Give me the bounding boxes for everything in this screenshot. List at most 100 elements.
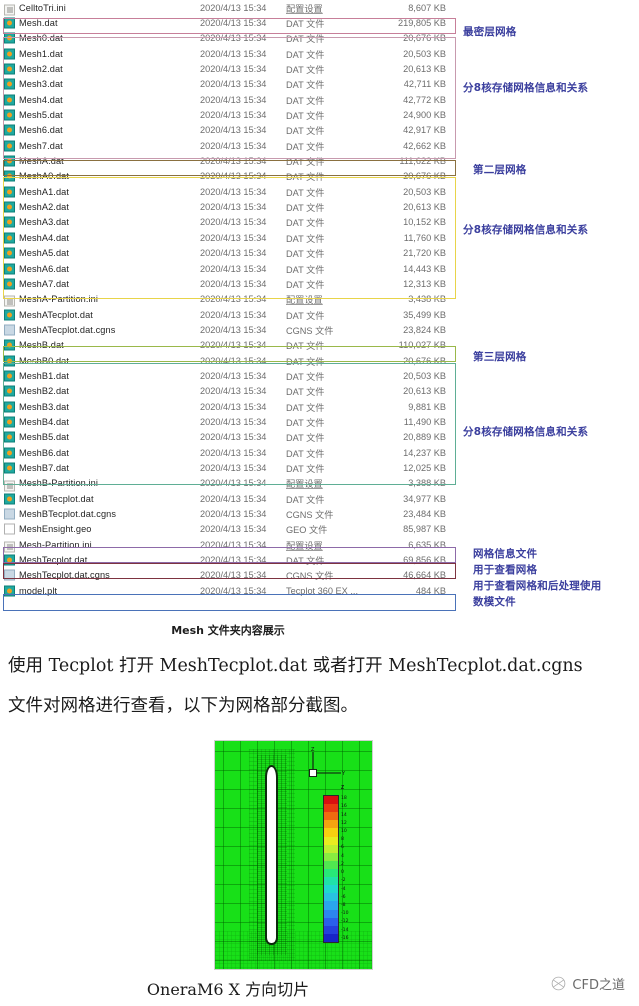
file-date-cell: 2020/4/13 15:34 xyxy=(200,355,267,366)
dat-file-icon xyxy=(4,17,15,29)
table-row[interactable]: Mesh3.dat 2020/4/13 15:34 DAT 文件 42,711 KB xyxy=(0,77,456,92)
table-row[interactable]: MeshA4.dat 2020/4/13 15:34 DAT 文件 11,760 KB xyxy=(0,230,456,245)
legend-swatch xyxy=(324,933,338,942)
dat-file-icon xyxy=(4,462,15,474)
legend-tick-label: 10 xyxy=(341,829,347,834)
table-row[interactable]: MeshA1.dat 2020/4/13 15:34 DAT 文件 20,503 KB xyxy=(0,184,456,199)
table-row[interactable]: MeshA.dat 2020/4/13 15:34 DAT 文件 111,622 KB xyxy=(0,153,456,168)
table-row[interactable]: MeshA5.dat 2020/4/13 15:34 DAT 文件 21,720 KB xyxy=(0,246,456,261)
file-size-cell: 23,824 KB xyxy=(403,324,446,335)
anno-8core-1: 分8核存储网格信息和关系 xyxy=(463,82,589,94)
dat-file-icon xyxy=(4,554,15,566)
dat-file-icon xyxy=(4,124,15,136)
file-type-cell: DAT 文件 xyxy=(286,463,325,474)
file-type-cell: DAT 文件 xyxy=(286,233,325,244)
file-name-cell: MeshATecplot.dat xyxy=(19,309,93,320)
table-row[interactable]: Mesh.dat 2020/4/13 15:34 DAT 文件 219,805 KB xyxy=(0,15,456,30)
file-size-cell: 34,977 KB xyxy=(403,493,446,504)
table-row[interactable]: MeshB5.dat 2020/4/13 15:34 DAT 文件 20,889 KB xyxy=(0,430,456,445)
figure-caption: Mesh 文件夹内容展示 xyxy=(171,624,285,637)
file-size-cell: 9,881 KB xyxy=(408,401,446,412)
file-name-cell: MeshB.dat xyxy=(19,340,64,351)
dat-file-icon xyxy=(4,309,15,321)
table-row[interactable]: MeshB6.dat 2020/4/13 15:34 DAT 文件 14,237 KB xyxy=(0,445,456,460)
table-row[interactable]: MeshB.dat 2020/4/13 15:34 DAT 文件 110,027 KB xyxy=(0,338,456,353)
legend-swatch xyxy=(324,925,338,934)
table-row[interactable]: MeshB4.dat 2020/4/13 15:34 DAT 文件 11,490 KB xyxy=(0,414,456,429)
file-type-cell: DAT 文件 xyxy=(286,310,325,321)
legend-tick-label: -12 xyxy=(341,919,349,925)
file-date-cell: 2020/4/13 15:34 xyxy=(200,447,267,458)
anno-mesh-info-file: 网格信息文件 xyxy=(473,548,538,560)
file-date-cell: 2020/4/13 15:34 xyxy=(200,79,267,90)
file-type-cell: GEO 文件 xyxy=(286,525,328,536)
dat-file-icon xyxy=(4,339,15,351)
table-row[interactable]: Mesh0.dat 2020/4/13 15:34 DAT 文件 20,676 KB xyxy=(0,31,456,46)
table-row[interactable]: Mesh5.dat 2020/4/13 15:34 DAT 文件 24,900 KB xyxy=(0,107,456,122)
table-row[interactable]: MeshBTecplot.dat 2020/4/13 15:34 DAT 文件 34,… xyxy=(0,491,456,506)
file-size-cell: 12,313 KB xyxy=(403,278,446,289)
table-row[interactable]: MeshEnsight.geo 2020/4/13 15:34 GEO 文件 85,9… xyxy=(0,522,456,537)
file-size-cell: 14,237 KB xyxy=(403,447,446,458)
table-row[interactable]: MeshB-Partition.ini 2020/4/13 15:34 配置设置 3,… xyxy=(0,476,456,491)
anno-second-layer: 第二层网格 xyxy=(473,164,527,176)
file-date-cell: 2020/4/13 15:34 xyxy=(200,232,267,243)
legend-swatch xyxy=(324,852,338,861)
dat-file-icon xyxy=(4,63,15,75)
table-row[interactable]: Mesh-Partition.ini 2020/4/13 15:34 配置设置 6,6… xyxy=(0,537,456,553)
legend-swatch xyxy=(324,901,338,910)
file-date-cell: 2020/4/13 15:34 xyxy=(200,64,267,75)
table-row[interactable]: Mesh6.dat 2020/4/13 15:34 DAT 文件 42,917 KB xyxy=(0,123,456,138)
table-row[interactable]: MeshA2.dat 2020/4/13 15:34 DAT 文件 20,613 KB xyxy=(0,199,456,214)
legend-tick-label: 6 xyxy=(341,845,344,851)
file-size-cell: 20,503 KB xyxy=(403,186,446,197)
file-name-cell: MeshA7.dat xyxy=(19,278,70,289)
file-size-cell: 20,613 KB xyxy=(403,386,446,397)
table-row[interactable]: MeshBTecplot.dat.cgns 2020/4/13 15:34 CGNS… xyxy=(0,506,456,521)
legend-tick-label: 4 xyxy=(341,853,344,859)
file-name-cell: MeshA5.dat xyxy=(19,248,70,259)
file-size-cell: 21,720 KB xyxy=(403,248,446,259)
file-size-cell: 42,917 KB xyxy=(403,125,446,136)
file-date-cell: 2020/4/13 15:34 xyxy=(200,555,267,566)
file-name-cell: Mesh1.dat xyxy=(19,48,63,59)
file-size-cell: 46,664 KB xyxy=(403,570,446,581)
table-row[interactable]: MeshB0.dat 2020/4/13 15:34 DAT 文件 20,676 KB xyxy=(0,353,456,368)
file-size-cell: 14,443 KB xyxy=(403,263,446,274)
legend-swatch xyxy=(324,868,338,878)
legend-tick-label: 12 xyxy=(341,820,347,826)
file-date-cell: 2020/4/13 15:34 xyxy=(200,186,267,197)
table-row[interactable]: MeshATecplot.dat 2020/4/13 15:34 DAT 文件 35,… xyxy=(0,307,456,322)
table-row[interactable]: Mesh2.dat 2020/4/13 15:34 DAT 文件 20,613 KB xyxy=(0,61,456,76)
legend-swatch xyxy=(324,804,338,813)
file-type-cell: 配置设置 xyxy=(286,479,323,490)
file-name-cell: MeshA.dat xyxy=(19,156,64,167)
table-row[interactable]: MeshTecplot.dat 2020/4/13 15:34 DAT 文件 69,8… xyxy=(0,552,456,567)
file-name-cell: MeshBTecplot.dat xyxy=(19,493,94,504)
file-explorer-list[interactable]: CelltoTri.ini 2020/4/13 15:34 配置设置 8,607 KB… xyxy=(0,0,456,612)
table-row[interactable]: MeshTecplot.dat.cgns 2020/4/13 15:34 CGNS … xyxy=(0,568,456,583)
file-date-cell: 2020/4/13 15:34 xyxy=(200,125,267,136)
table-row[interactable]: MeshA3.dat 2020/4/13 15:34 DAT 文件 10,152 KB xyxy=(0,215,456,230)
table-row[interactable]: MeshB1.dat 2020/4/13 15:34 DAT 文件 20,503 KB xyxy=(0,368,456,383)
table-row[interactable]: MeshA7.dat 2020/4/13 15:34 DAT 文件 12,313 KB xyxy=(0,276,456,291)
table-row[interactable]: MeshA-Partition.ini 2020/4/13 15:34 配置设置 3,… xyxy=(0,292,456,307)
table-row[interactable]: CelltoTri.ini 2020/4/13 15:34 配置设置 8,607 KB xyxy=(0,0,456,16)
table-row[interactable]: MeshB7.dat 2020/4/13 15:34 DAT 文件 12,025 KB xyxy=(0,460,456,475)
table-row[interactable]: MeshA0.dat 2020/4/13 15:34 DAT 文件 20,676 KB xyxy=(0,169,456,184)
table-row[interactable]: Mesh7.dat 2020/4/13 15:34 DAT 文件 42,662 KB xyxy=(0,138,456,153)
table-row[interactable]: model.plt 2020/4/13 15:34 Tecplot 360 EX .… xyxy=(0,583,456,598)
table-row[interactable]: MeshB2.dat 2020/4/13 15:34 DAT 文件 20,613 KB xyxy=(0,384,456,399)
legend-swatch xyxy=(324,917,338,926)
dat-file-icon xyxy=(4,48,15,60)
table-row[interactable]: MeshB3.dat 2020/4/13 15:34 DAT 文件 9,881 KB xyxy=(0,399,456,414)
legend-swatch xyxy=(324,877,338,886)
legend-swatch xyxy=(324,820,338,829)
table-row[interactable]: Mesh1.dat 2020/4/13 15:34 DAT 文件 20,503 KB xyxy=(0,46,456,61)
table-row[interactable]: MeshATecplot.dat.cgns 2020/4/13 15:34 CGNS… xyxy=(0,322,456,337)
dat-file-icon xyxy=(4,94,15,106)
table-row[interactable]: MeshA6.dat 2020/4/13 15:34 DAT 文件 14,443 KB xyxy=(0,261,456,276)
table-row[interactable]: Mesh4.dat 2020/4/13 15:34 DAT 文件 42,772 KB xyxy=(0,92,456,107)
file-type-cell: CGNS 文件 xyxy=(286,510,334,521)
legend-swatch xyxy=(324,836,338,845)
